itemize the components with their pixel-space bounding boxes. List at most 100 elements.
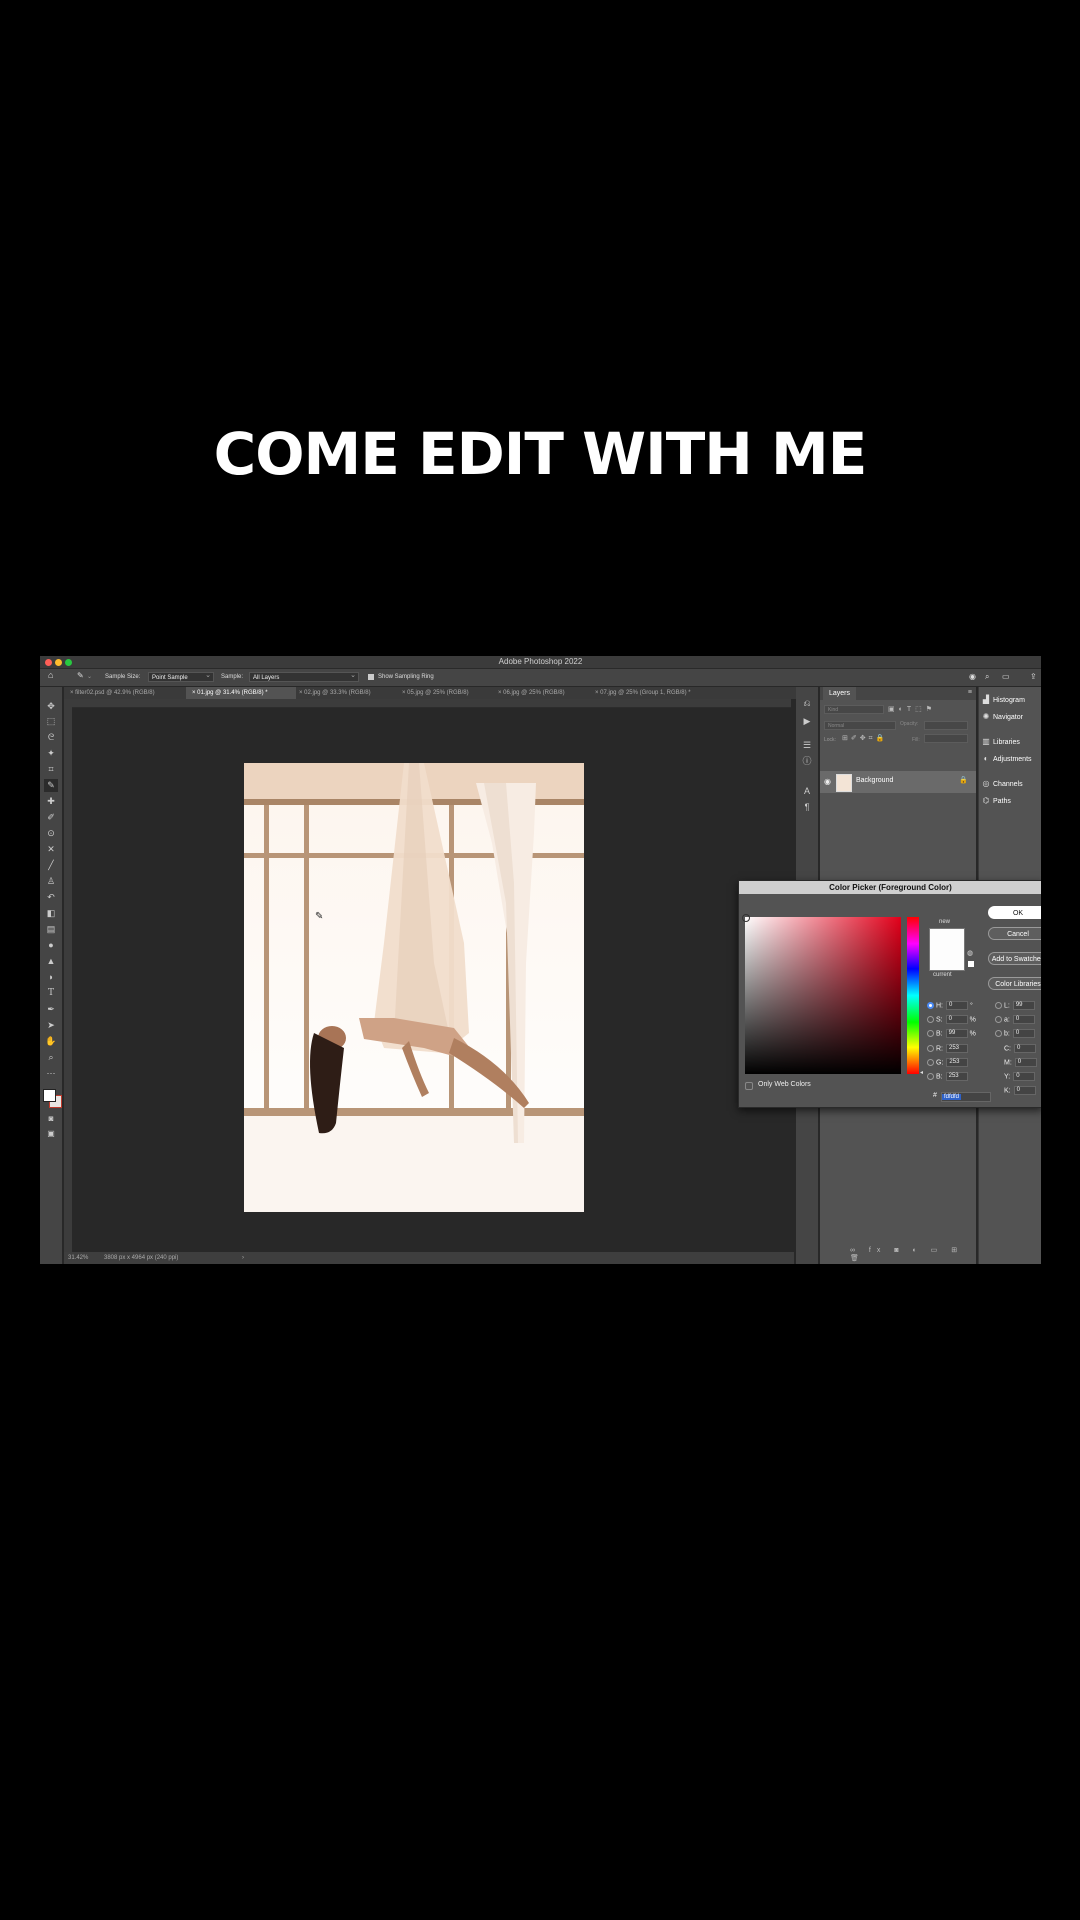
lab-l-input[interactable]: 99 (1012, 1001, 1035, 1010)
lab-b-input[interactable]: 0 (1012, 1029, 1035, 1038)
tab-05-jpg[interactable]: × 05.jpg @ 25% (RGB/8) (396, 687, 494, 699)
panel-libraries[interactable]: ▥ Libraries (979, 735, 1041, 749)
show-sampling-ring-checkbox[interactable] (368, 674, 374, 680)
panel-menu-icon[interactable]: ≡ (968, 689, 972, 696)
tab-layers[interactable]: Layers (823, 687, 857, 700)
add-to-swatches-button[interactable]: Add to Swatches (988, 952, 1041, 965)
blur-tool-icon[interactable]: ● (44, 939, 58, 952)
fill-field[interactable] (924, 734, 968, 743)
document-info[interactable]: 3808 px x 4964 px (240 ppi) (104, 1252, 178, 1264)
zoom-level[interactable]: 31.42% (68, 1252, 88, 1264)
share-icon[interactable]: ⇪ (1030, 672, 1037, 681)
ok-button[interactable]: OK (988, 906, 1041, 919)
sample-size-select[interactable]: Point Sample (148, 671, 214, 682)
type-tool-icon[interactable]: T (44, 987, 58, 1000)
panel-histogram[interactable]: ▟ Histogram (979, 693, 1041, 707)
layers-footer-icons[interactable]: ∞ fx ◙ ◐ ▭ ⊞ 🗑 (850, 1246, 976, 1262)
hand-tool-icon[interactable]: ✋ (44, 1035, 58, 1048)
hue-slider-handle-icon[interactable]: ◂ (920, 1069, 923, 1076)
yellow-input[interactable]: 0 (1013, 1072, 1036, 1081)
paragraph-icon[interactable]: ¶ (801, 801, 813, 813)
magenta-input[interactable]: 0 (1014, 1058, 1037, 1067)
red-input[interactable]: 253 (946, 1044, 968, 1053)
properties-icon[interactable]: ☰ (801, 739, 813, 751)
visibility-eye-icon[interactable]: ◉ (824, 777, 831, 786)
layer-filter-icons[interactable]: ▣◐T⬚⚑ (888, 705, 936, 713)
tab-filter02[interactable]: × filter02.psd @ 42.9% (RGB/8) (64, 687, 190, 699)
gradient-tool-icon[interactable]: ▤ (44, 923, 58, 936)
patch-tool-icon[interactable]: ⊙ (44, 827, 58, 840)
quick-select-tool-icon[interactable]: ✦ (44, 747, 58, 760)
hue-input[interactable]: 0 (946, 1001, 968, 1010)
eyedropper-tool-icon[interactable]: ✎ (77, 671, 84, 680)
lasso-tool-icon[interactable]: ᘓ (44, 731, 58, 744)
cyan-input[interactable]: 0 (1014, 1044, 1036, 1053)
hue-radio[interactable] (927, 1002, 934, 1009)
spot-healing-tool-icon[interactable]: ✚ (44, 795, 58, 808)
black-input[interactable]: 0 (1013, 1086, 1036, 1095)
brightness-input[interactable]: 99 (945, 1029, 968, 1038)
eyedropper-tool-icon[interactable]: ✎ (44, 779, 58, 792)
home-icon[interactable]: ⌂ (48, 671, 53, 680)
account-icon[interactable]: ◉ (969, 672, 976, 681)
hue-slider[interactable] (907, 917, 919, 1074)
clone-stamp-tool-icon[interactable]: ♙ (44, 875, 58, 888)
more-tools-icon[interactable]: ⋯ (44, 1067, 58, 1080)
color-libraries-button[interactable]: Color Libraries (988, 977, 1041, 990)
tab-01-jpg[interactable]: × 01.jpg @ 31.4% (RGB/8) * (186, 687, 296, 699)
brush-tool-icon[interactable]: ✐ (44, 811, 58, 824)
layer-filter-search[interactable]: Kind (824, 705, 884, 714)
panel-adjustments[interactable]: ◐ Adjustments (979, 752, 1041, 766)
search-icon[interactable]: ⌕ (985, 672, 989, 681)
move-tool-icon[interactable]: ✥ (44, 700, 58, 713)
saturation-brightness-field[interactable] (742, 914, 901, 1074)
red-radio[interactable] (927, 1045, 934, 1052)
content-aware-move-tool-icon[interactable]: ✕ (44, 843, 58, 856)
tab-07-jpg[interactable]: × 07.jpg @ 25% (Group 1, RGB/8) * (589, 687, 725, 699)
panel-paths[interactable]: ⌬ Paths (979, 794, 1041, 808)
green-input[interactable]: 253 (946, 1058, 969, 1067)
zoom-tool-icon[interactable]: ⌕ (44, 1051, 58, 1064)
document-image[interactable] (244, 763, 584, 1212)
marquee-tool-icon[interactable]: ⬚ (44, 715, 58, 728)
info-icon[interactable]: ⓘ (801, 755, 813, 767)
status-chevron-icon[interactable]: › (242, 1252, 244, 1264)
opacity-field[interactable] (924, 721, 968, 730)
history-icon[interactable]: ⎌ (801, 697, 813, 709)
only-web-colors-checkbox[interactable] (745, 1082, 753, 1090)
pencil-tool-icon[interactable]: ╱ (44, 859, 58, 872)
sharpen-tool-icon[interactable]: ▲ (44, 955, 58, 968)
layer-row-background[interactable]: ◉ Background 🔒 (820, 771, 976, 793)
hex-input[interactable]: fdfdfd (941, 1092, 991, 1102)
eraser-tool-icon[interactable]: ◧ (44, 907, 58, 920)
blend-mode-select[interactable]: Normal (824, 721, 896, 730)
panel-channels[interactable]: ◎ Channels (979, 777, 1041, 791)
history-brush-tool-icon[interactable]: ↶ (44, 891, 58, 904)
lab-b-radio[interactable] (995, 1030, 1002, 1037)
lab-a-input[interactable]: 0 (1012, 1015, 1035, 1024)
lab-a-radio[interactable] (995, 1016, 1002, 1023)
path-selection-tool-icon[interactable]: ➤ (44, 1019, 58, 1032)
lock-icons[interactable]: ⊞✐✥⌗🔒 (842, 734, 887, 743)
saturation-radio[interactable] (927, 1016, 934, 1023)
foreground-color-swatch[interactable] (43, 1089, 56, 1102)
lab-l-radio[interactable] (995, 1002, 1002, 1009)
web-safe-swatch[interactable] (968, 961, 974, 967)
workspace-icon[interactable]: ▭ (1002, 672, 1010, 681)
saturation-input[interactable]: 0 (945, 1015, 968, 1024)
panel-navigator[interactable]: ✺ Navigator (979, 710, 1041, 724)
pen-tool-icon[interactable]: ✒ (44, 1003, 58, 1016)
brightness-radio[interactable] (927, 1030, 934, 1037)
actions-play-icon[interactable]: ▶ (801, 715, 813, 727)
green-radio[interactable] (927, 1059, 934, 1066)
dodge-tool-icon[interactable]: ◗ (44, 971, 58, 984)
tab-06-jpg[interactable]: × 06.jpg @ 25% (RGB/8) (492, 687, 590, 699)
screen-mode-icon[interactable]: ▣ (44, 1127, 58, 1140)
blue-radio[interactable] (927, 1073, 934, 1080)
crop-tool-icon[interactable]: ⌗ (44, 763, 58, 776)
gamut-warning-icon[interactable]: ◍ (967, 949, 973, 957)
cancel-button[interactable]: Cancel (988, 927, 1041, 940)
tab-02-jpg[interactable]: × 02.jpg @ 33.3% (RGB/8) (293, 687, 395, 699)
color-field-marker[interactable] (742, 914, 750, 922)
character-icon[interactable]: A (801, 785, 813, 797)
